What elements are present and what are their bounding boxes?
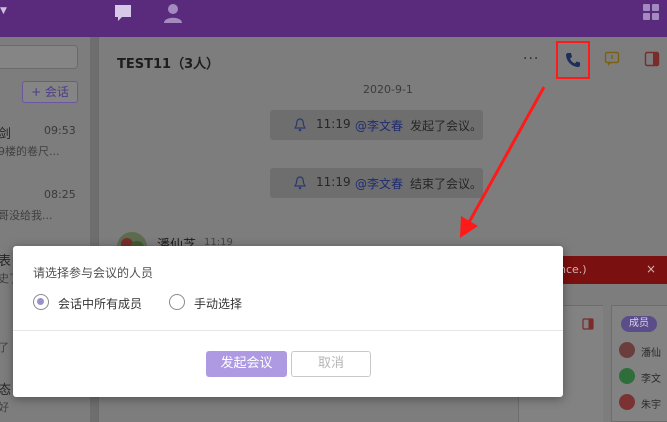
new-chat-button[interactable]: + 会话 <box>22 81 78 103</box>
system-message: 11:19 @李文春 发起了会议。 <box>270 110 483 140</box>
conversation-snippet: 好 <box>0 401 9 414</box>
avatar <box>619 342 635 358</box>
date-separator: 2020-9-1 <box>363 83 413 96</box>
conversation-name: 表 <box>0 254 12 269</box>
avatar <box>619 368 635 384</box>
error-text: nce.) <box>559 263 587 276</box>
bell-icon <box>294 118 306 132</box>
member-name: 潘仙 <box>641 348 661 359</box>
conversation-time: 08:25 <box>44 188 76 201</box>
contacts-icon[interactable] <box>162 2 184 24</box>
radio-checked-icon[interactable] <box>33 294 49 310</box>
conversation-snippet: 9楼的卷尺... <box>0 145 60 158</box>
user-mention[interactable]: @李文春 <box>355 117 403 134</box>
side-panel-icon[interactable] <box>644 51 660 67</box>
radio-all-members[interactable]: 会话中所有成员 <box>33 293 173 313</box>
message-time: 11:19 <box>316 117 351 131</box>
side-panel-icon[interactable] <box>582 318 594 330</box>
notice-icon[interactable] <box>604 51 620 67</box>
user-mention[interactable]: @李文春 <box>355 175 403 192</box>
cancel-button[interactable]: 取消 <box>291 351 371 377</box>
message-text: 结束了会议。 <box>410 177 483 191</box>
conversation-name: 剑 <box>0 127 12 142</box>
message-text: 发起了会议。 <box>410 119 483 133</box>
chat-title: TEST11（3人） <box>117 57 220 72</box>
top-navigation-bar: ▼ <box>0 0 667 37</box>
error-banner: nce.) × <box>547 256 667 284</box>
message-time: 11:19 <box>316 175 351 189</box>
more-options-icon[interactable]: ··· <box>523 51 539 67</box>
chevron-down-icon[interactable]: ▼ <box>0 6 7 16</box>
members-tab[interactable]: 成员 <box>621 316 657 332</box>
conversation-item[interactable]: 剑 09:53 9楼的卷尺... <box>0 123 90 163</box>
phone-call-icon[interactable] <box>564 51 582 69</box>
apps-grid-icon[interactable] <box>642 3 660 21</box>
dialog-divider <box>13 330 563 331</box>
close-icon[interactable]: × <box>646 262 656 276</box>
radio-label: 会话中所有成员 <box>58 297 143 311</box>
radio-unchecked-icon[interactable] <box>169 294 185 310</box>
member-name: 李文 <box>641 374 661 385</box>
member-name: 朱宇 <box>641 400 661 411</box>
conversation-time: 09:53 <box>44 124 76 137</box>
radio-label: 手动选择 <box>194 297 243 311</box>
radio-manual-select[interactable]: 手动选择 <box>169 293 269 313</box>
start-meeting-dialog: 请选择参与会议的人员 会话中所有成员 手动选择 发起会议 取消 <box>13 246 563 397</box>
member-panel: 成员 潘仙 李文 朱宇 <box>611 305 667 422</box>
system-message: 11:19 @李文春 结束了会议。 <box>270 168 483 198</box>
chat-icon[interactable] <box>112 2 134 24</box>
dialog-title: 请选择参与会议的人员 <box>33 266 154 280</box>
conversation-snippet: 了 <box>0 341 9 354</box>
conversation-item[interactable]: 08:25 哥没给我... <box>0 187 90 227</box>
start-meeting-button[interactable]: 发起会议 <box>206 351 287 377</box>
conversation-snippet: 哥没给我... <box>0 209 53 222</box>
search-input[interactable] <box>0 45 78 69</box>
avatar <box>619 394 635 410</box>
conversation-name: 态 <box>0 383 12 398</box>
bell-icon <box>294 176 306 190</box>
